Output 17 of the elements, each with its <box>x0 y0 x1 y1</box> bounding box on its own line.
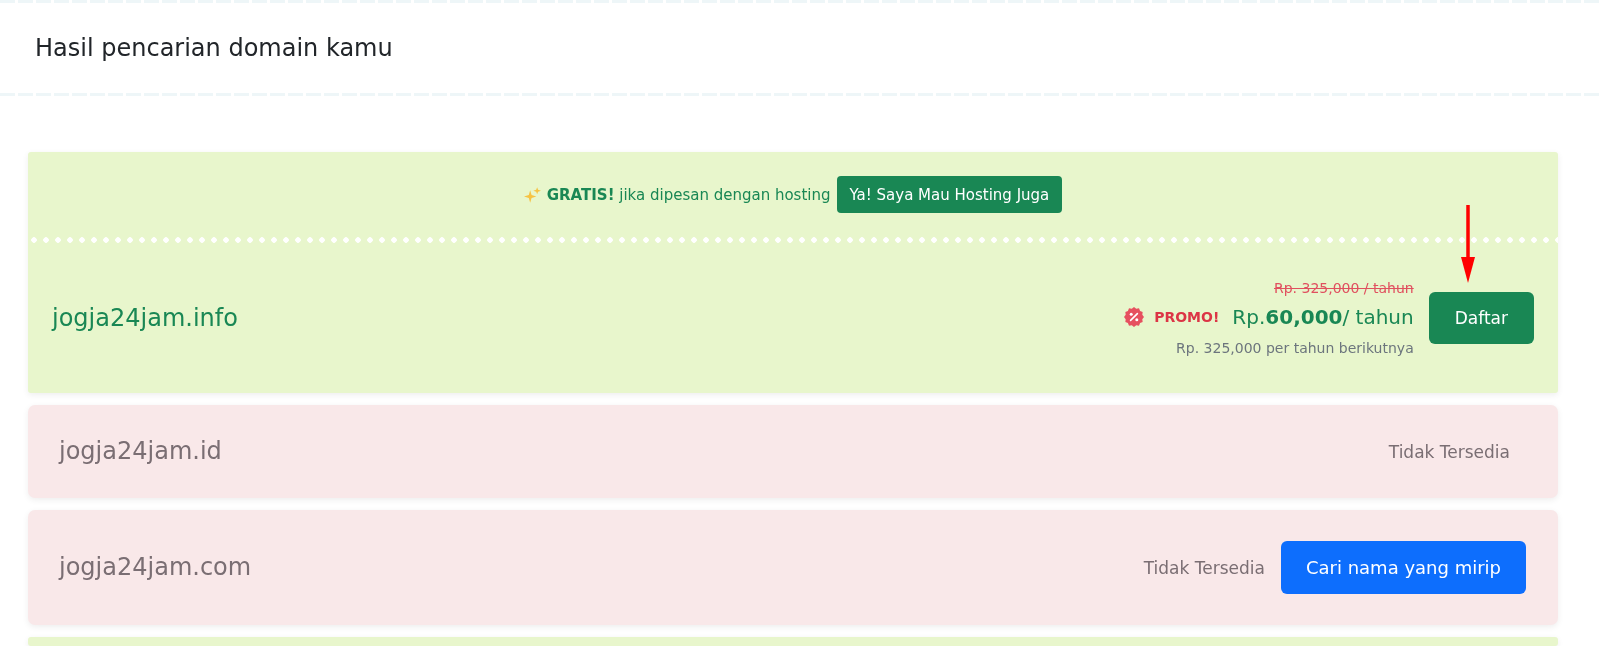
sparkle-icon <box>523 186 541 203</box>
domain-name: jogja24jam.id <box>59 436 223 467</box>
promo-label: PROMO! <box>1154 309 1220 325</box>
status-text: Tidak Tersedia <box>1143 557 1265 578</box>
promo-text: GRATIS! jika dipesan dengan hosting <box>546 185 831 204</box>
page-title: Hasil pencarian domain kamu <box>35 33 393 64</box>
percent-badge-icon <box>1124 307 1145 327</box>
promo-price: Rp.60,000/ tahun <box>1232 304 1414 331</box>
register-button[interactable]: Daftar <box>1428 292 1534 344</box>
down-arrow-icon <box>1459 205 1476 283</box>
hosting-button[interactable]: Ya! Saya Mau Hosting Juga <box>836 176 1063 213</box>
status-text: Tidak Tersedia <box>1388 441 1510 462</box>
similar-names-button[interactable]: Cari nama yang mirip <box>1280 541 1526 594</box>
renewal-price: Rp. 325,000 per tahun berikutnya <box>1176 339 1414 358</box>
domain-name: jogja24jam.info <box>52 302 239 334</box>
original-price: Rp. 325,000 / tahun <box>1274 279 1414 298</box>
domain-name: jogja24jam.com <box>59 552 253 583</box>
